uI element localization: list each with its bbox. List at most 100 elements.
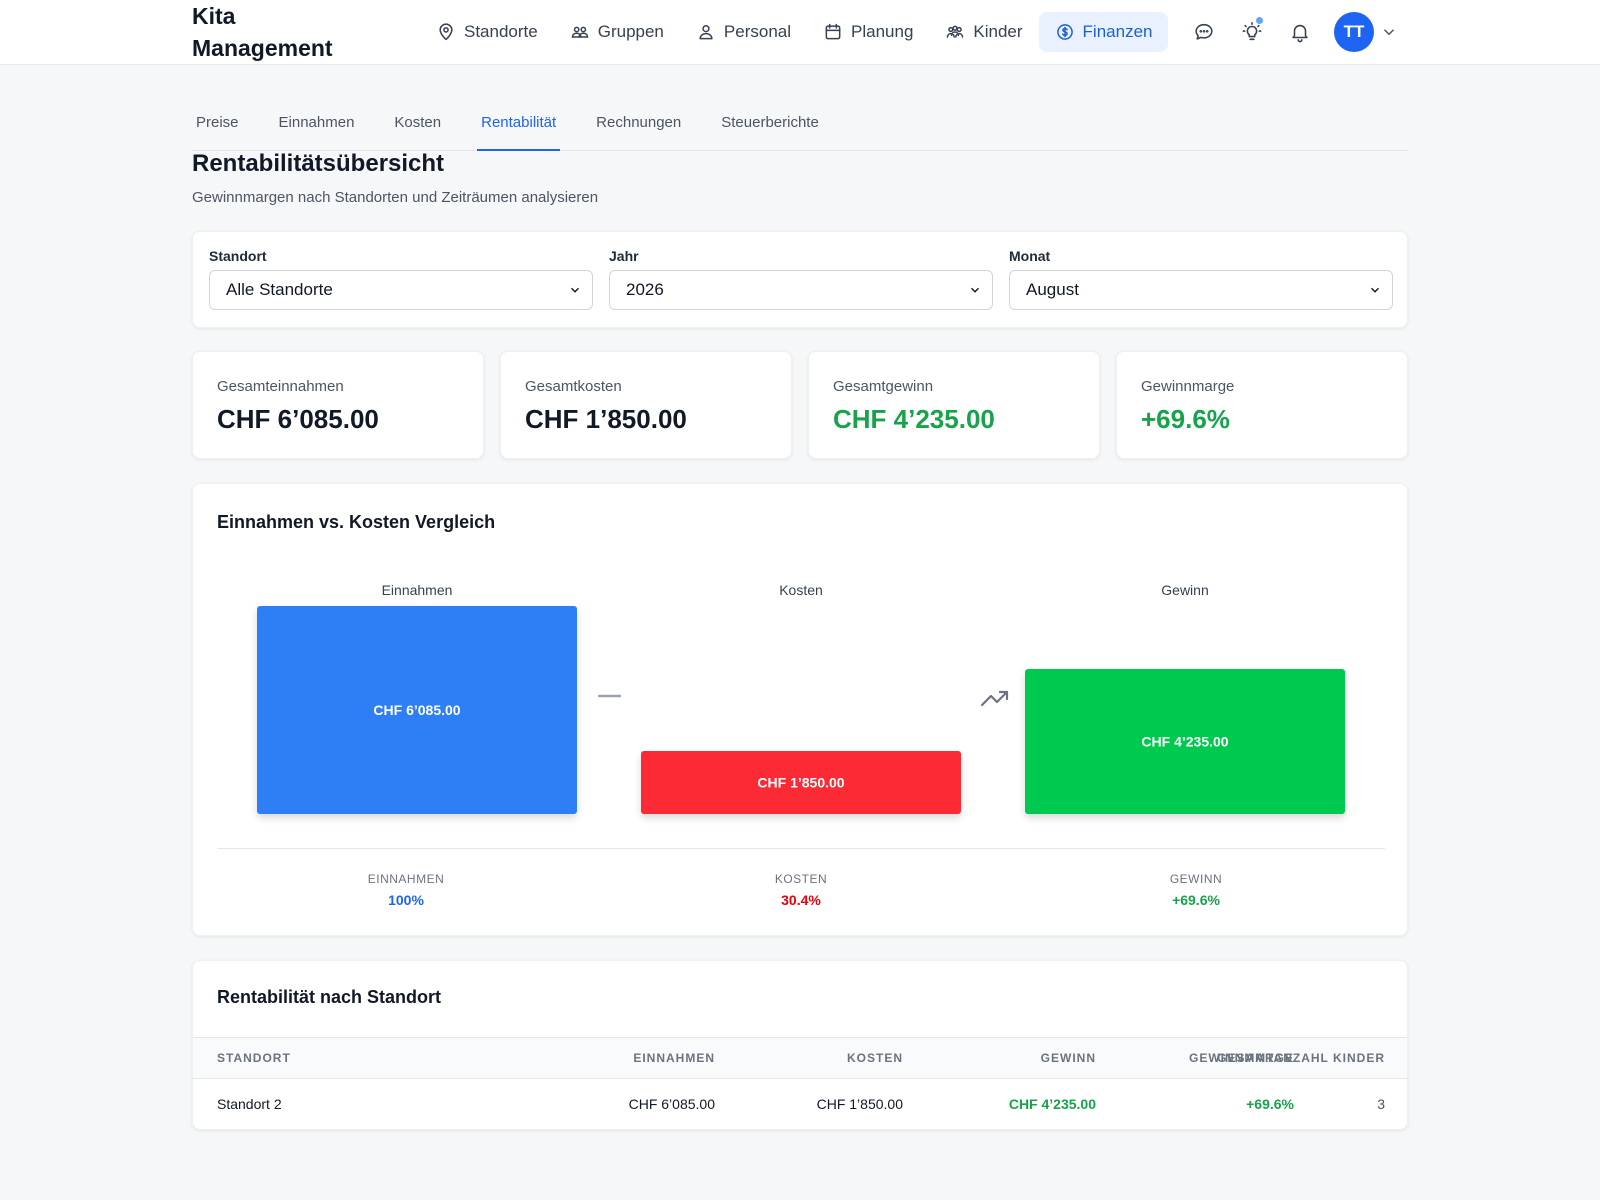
select-value: 2026 xyxy=(626,280,664,299)
filter-monat: Monat August xyxy=(1009,248,1393,310)
stat-label: Gesamtgewinn xyxy=(833,378,934,395)
stat-label: Gewinnmarge xyxy=(1141,378,1235,395)
cell-kinder: 3 xyxy=(1377,1096,1385,1112)
top-navigation-bar: Kita Management Standorte Gruppen Person… xyxy=(0,0,1600,65)
user-avatar[interactable]: TT xyxy=(1334,12,1374,52)
messages-button[interactable] xyxy=(1184,12,1224,52)
bar-category-label-costs: Kosten xyxy=(779,582,823,598)
nav-label: Kinder xyxy=(973,22,1023,41)
cell-kosten: CHF 1’850.00 xyxy=(816,1096,903,1112)
bar-value-label-revenue: CHF 6’085.00 xyxy=(373,702,460,718)
summary-label: KOSTEN xyxy=(774,872,828,886)
standort-select[interactable]: Alle Standorte xyxy=(209,270,593,310)
chevron-down-icon xyxy=(571,287,579,293)
users-icon xyxy=(571,26,588,38)
stat-card-costs: Gesamtkosten CHF 1’850.00 xyxy=(500,351,792,459)
nav-label: Standorte xyxy=(464,22,538,41)
summary-costs: KOSTEN 30.4% xyxy=(701,872,901,908)
profitability-table-card: Rentabilität nach Standort STANDORT EINN… xyxy=(192,960,1408,1130)
stat-value: CHF 4’235.00 xyxy=(833,404,995,434)
nav-item-kinder[interactable]: Kinder xyxy=(929,12,1038,52)
summary-value: 100% xyxy=(388,892,424,908)
select-value: Alle Standorte xyxy=(226,280,333,299)
summary-value: +69.6% xyxy=(1172,892,1220,908)
chevron-down-icon xyxy=(1371,287,1379,293)
notification-dot xyxy=(1256,17,1263,24)
notifications-button[interactable] xyxy=(1280,12,1320,52)
bar-category-label-profit: Gewinn xyxy=(1161,582,1208,598)
summary-label: EINNAHMEN xyxy=(367,872,445,886)
stat-card-profit: Gesamtgewinn CHF 4’235.00 xyxy=(808,351,1100,459)
table-row[interactable]: Standort 2 CHF 6’085.00 CHF 1’850.00 CHF… xyxy=(193,1079,1407,1129)
filter-label: Monat xyxy=(1009,248,1051,264)
children-icon xyxy=(947,25,964,38)
nav-item-planung[interactable]: Planung xyxy=(807,12,929,52)
filter-jahr: Jahr 2026 xyxy=(609,248,993,310)
stat-value: CHF 1’850.00 xyxy=(525,404,687,434)
user-icon xyxy=(699,25,713,40)
select-value: August xyxy=(1026,280,1079,299)
table-title: Rentabilität nach Standort xyxy=(217,987,442,1007)
brand-logo[interactable]: Kita Management xyxy=(192,0,382,64)
nav-label: Planung xyxy=(851,22,914,41)
comparison-bar-chart: Einnahmen CHF 6’085.00 Kosten CHF 1’850.00 G… xyxy=(257,582,1345,814)
chevron-down-icon xyxy=(971,287,979,293)
column-header-standort[interactable]: STANDORT xyxy=(217,1051,291,1065)
table-header: STANDORT EINNAHMEN KOSTEN GEWINN GEWINNM… xyxy=(193,1037,1407,1079)
chevron-down-icon[interactable] xyxy=(1380,23,1398,41)
stat-value: +69.6% xyxy=(1141,404,1230,434)
nav-item-standorte[interactable]: Standorte xyxy=(420,12,554,52)
column-header-kosten[interactable]: KOSTEN xyxy=(847,1051,903,1065)
nav-label: Personal xyxy=(723,22,792,41)
summary-profit: GEWINN +69.6% xyxy=(1096,872,1296,908)
nav-item-gruppen[interactable]: Gruppen xyxy=(554,12,680,52)
tab-einnahmen[interactable]: Einnahmen xyxy=(275,104,359,151)
tab-preise[interactable]: Preise xyxy=(192,104,243,151)
stat-label: Gesamtkosten xyxy=(525,378,622,395)
summary-label: GEWINN xyxy=(1169,872,1223,886)
chart-divider xyxy=(217,848,1385,849)
column-header-kinder[interactable]: GESAMTANZAHL KINDER xyxy=(1217,1051,1385,1065)
jahr-select[interactable]: 2026 xyxy=(609,270,993,310)
tab-steuerberichte[interactable]: Steuerberichte xyxy=(717,104,823,151)
page-subtitle: Gewinnmargen nach Standorten und Zeiträu… xyxy=(192,189,599,206)
monat-select[interactable]: August xyxy=(1009,270,1393,310)
brand-line-1: Kita xyxy=(192,3,236,29)
map-pin-icon xyxy=(439,23,453,41)
stat-value: CHF 6’085.00 xyxy=(217,404,379,434)
avatar-initials: TT xyxy=(1343,22,1365,41)
main-nav: Standorte Gruppen Personal Planung Kinde… xyxy=(420,12,1169,52)
trending-up-icon xyxy=(980,690,1009,707)
filter-label: Standort xyxy=(209,248,267,264)
bar-category-label-revenue: Einnahmen xyxy=(382,582,453,598)
cell-gewinnmarge: +69.6% xyxy=(1246,1096,1294,1112)
cell-standort: Standort 2 xyxy=(217,1096,282,1112)
nav-label: Gruppen xyxy=(597,22,664,41)
filter-label: Jahr xyxy=(609,248,639,264)
finance-subtabs: Preise Einnahmen Kosten Rentabilität Rec… xyxy=(192,104,1408,151)
tab-kosten[interactable]: Kosten xyxy=(390,104,445,151)
filter-standort: Standort Alle Standorte xyxy=(209,248,593,310)
summary-revenue: EINNAHMEN 100% xyxy=(306,872,506,908)
comparison-chart-card: Einnahmen vs. Kosten Vergleich Einnahmen… xyxy=(192,483,1408,936)
stat-card-margin: Gewinnmarge +69.6% xyxy=(1116,351,1408,459)
nav-item-personal[interactable]: Personal xyxy=(680,12,807,52)
chat-bubble-icon xyxy=(1195,23,1213,40)
dollar-circle-icon xyxy=(1056,24,1073,40)
lightbulb-icon xyxy=(1242,22,1262,41)
cell-einnahmen: CHF 6’085.00 xyxy=(628,1096,715,1112)
tab-rechnungen[interactable]: Rechnungen xyxy=(592,104,685,151)
brand-line-2: Management xyxy=(192,35,333,61)
nav-tools: TT xyxy=(1184,12,1398,52)
ideas-button[interactable] xyxy=(1232,12,1272,52)
nav-item-finanzen[interactable]: Finanzen xyxy=(1038,12,1169,52)
filter-card: Standort Alle Standorte Jahr 2026 Monat … xyxy=(192,231,1408,328)
bar-value-label-costs: CHF 1’850.00 xyxy=(757,775,844,791)
bar-value-label-profit: CHF 4’235.00 xyxy=(1141,734,1228,750)
column-header-einnahmen[interactable]: EINNAHMEN xyxy=(633,1051,715,1065)
summary-value: 30.4% xyxy=(781,892,821,908)
stat-card-revenue: Gesamteinnahmen CHF 6’085.00 xyxy=(192,351,484,459)
tab-rentabilitaet[interactable]: Rentabilität xyxy=(477,104,561,151)
calendar-icon xyxy=(825,23,841,40)
stat-label: Gesamteinnahmen xyxy=(217,378,344,395)
